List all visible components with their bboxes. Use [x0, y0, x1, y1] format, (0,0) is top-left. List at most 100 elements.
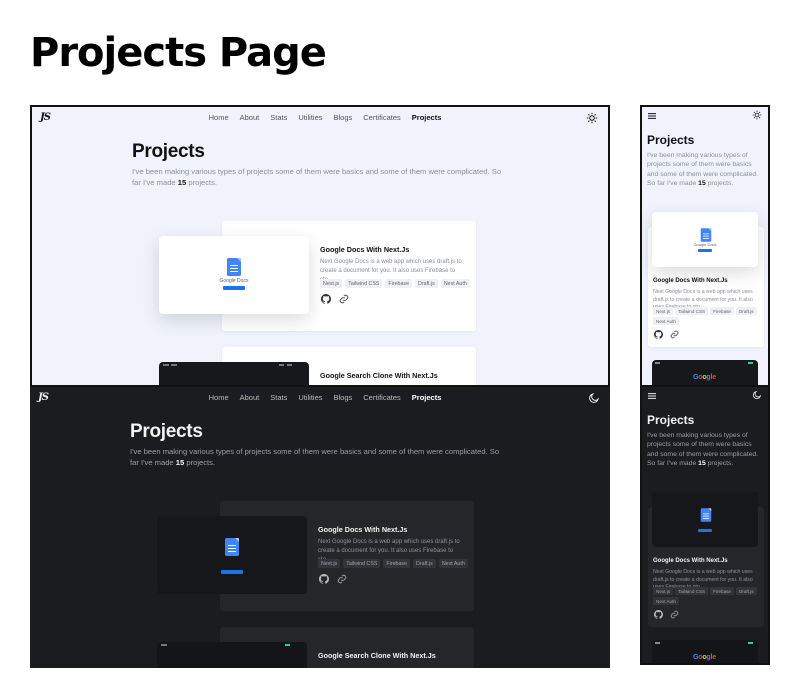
tag-list: Next.js Tailwind CSS Firebase Draft.js N… [318, 559, 468, 568]
hero-description: I've been making various types of projec… [132, 167, 502, 187]
navbar: JS Home About Stats Utilities Blogs Cert… [32, 107, 608, 129]
project-links [321, 294, 349, 304]
nav-about[interactable]: About [240, 393, 260, 402]
desktop-dark-preview: JS Home About Stats Utilities Blogs Cert… [30, 387, 610, 668]
tag: Next.js [653, 307, 674, 315]
sun-icon[interactable] [752, 110, 762, 120]
tag-list: Next.js Tailwind CSS Firebase Draft.js N… [320, 279, 470, 288]
nav-about[interactable]: About [240, 113, 260, 122]
project-count: 15 [698, 180, 706, 188]
google-docs-icon [700, 508, 712, 522]
hero-title: Projects [647, 413, 695, 427]
tag: Firebase [385, 279, 413, 288]
project-thumbnail[interactable]: Google Docs [652, 212, 758, 267]
link-icon[interactable] [670, 610, 679, 619]
tag: Next Auth [440, 279, 470, 288]
hero-description: I've been making various types of projec… [647, 432, 759, 468]
sun-icon[interactable] [586, 112, 598, 124]
thumb-button [221, 570, 243, 574]
moon-icon[interactable] [752, 390, 762, 400]
project-thumbnail[interactable] [652, 492, 758, 547]
tag: Draft.js [735, 307, 757, 315]
tag: Tailwind CSS [343, 559, 381, 568]
hero-title: Projects [130, 421, 203, 442]
nav-projects[interactable]: Projects [412, 113, 442, 122]
google-logo: Google [693, 374, 716, 381]
moon-icon[interactable] [588, 392, 600, 404]
nav-blogs[interactable]: Blogs [334, 393, 353, 402]
thumb-label: Google Docs [693, 242, 717, 247]
github-icon[interactable] [319, 574, 329, 584]
tag: Firebase [383, 559, 411, 568]
nav-utilities[interactable]: Utilities [298, 113, 322, 122]
google-logo: Google [693, 654, 716, 661]
tag: Next Auth [653, 317, 679, 325]
nav-links: Home About Stats Utilities Blogs Certifi… [32, 113, 608, 122]
link-icon[interactable] [670, 330, 679, 339]
project-links [319, 574, 347, 584]
tag: Draft.js [735, 587, 757, 595]
nav-links: Home About Stats Utilities Blogs Certifi… [30, 393, 610, 402]
tag: Draft.js [415, 279, 438, 288]
github-icon[interactable] [321, 294, 331, 304]
tag: Next.js [320, 279, 343, 288]
project-thumbnail[interactable]: Google [652, 640, 758, 663]
project-title[interactable]: Google Docs With Next.Js [653, 558, 728, 564]
google-docs-icon [227, 258, 241, 276]
desktop-light-preview: JS Home About Stats Utilities Blogs Cert… [30, 105, 610, 387]
project-links [654, 610, 679, 619]
page-heading: Projects Page [30, 30, 327, 76]
project-links [654, 330, 679, 339]
project-title[interactable]: Google Docs With Next.Js [318, 525, 407, 534]
tag-list: Next.js Tailwind CSS Firebase Draft.js N… [653, 307, 763, 325]
project-title[interactable]: Google Docs With Next.Js [653, 278, 728, 284]
nav-stats[interactable]: Stats [270, 393, 287, 402]
tag: Next.js [653, 587, 674, 595]
mobile-light-preview: Projects I've been making various types … [640, 105, 770, 387]
project-count: 15 [175, 458, 185, 467]
github-icon[interactable] [654, 330, 663, 339]
project-thumbnail[interactable] [159, 362, 309, 385]
link-icon[interactable] [339, 294, 349, 304]
project-title[interactable]: Google Docs With Next.Js [320, 245, 409, 254]
github-icon[interactable] [654, 610, 663, 619]
nav-home[interactable]: Home [209, 113, 229, 122]
google-docs-icon [700, 228, 712, 242]
tag: Tailwind CSS [345, 279, 383, 288]
tag: Next Auth [653, 597, 679, 605]
nav-home[interactable]: Home [209, 393, 229, 402]
hero-description: I've been making various types of projec… [647, 152, 759, 188]
nav-stats[interactable]: Stats [270, 113, 287, 122]
tag: Firebase [710, 587, 734, 595]
project-thumbnail[interactable]: Google Docs [159, 236, 309, 314]
project-count: 15 [177, 178, 187, 187]
link-icon[interactable] [337, 574, 347, 584]
tag: Tailwind CSS [675, 307, 709, 315]
tag-list: Next.js Tailwind CSS Firebase Draft.js N… [653, 587, 763, 605]
hero-title: Projects [132, 141, 205, 162]
project-count: 15 [698, 460, 706, 468]
thumb-button [698, 529, 712, 532]
nav-utilities[interactable]: Utilities [298, 393, 322, 402]
project-title[interactable]: Google Search Clone With Next.Js [318, 651, 436, 660]
nav-blogs[interactable]: Blogs [334, 113, 353, 122]
thumb-button [698, 249, 712, 252]
nav-certificates[interactable]: Certificates [363, 113, 401, 122]
menu-icon[interactable] [648, 112, 656, 120]
google-docs-icon [225, 538, 239, 556]
nav-certificates[interactable]: Certificates [363, 393, 401, 402]
tag: Firebase [710, 307, 734, 315]
menu-icon[interactable] [648, 392, 656, 400]
mobile-dark-preview: Projects I've been making various types … [640, 385, 770, 665]
tag: Tailwind CSS [675, 587, 709, 595]
nav-projects[interactable]: Projects [412, 393, 442, 402]
navbar: JS Home About Stats Utilities Blogs Cert… [30, 387, 610, 409]
project-thumbnail[interactable] [157, 642, 307, 668]
hero-description: I've been making various types of projec… [130, 447, 500, 467]
project-title[interactable]: Google Search Clone With Next.Js [320, 371, 438, 380]
project-thumbnail[interactable]: Google [652, 360, 758, 385]
tag: Draft.js [413, 559, 436, 568]
tag: Next Auth [438, 559, 468, 568]
thumb-label: Google Docs [219, 278, 249, 284]
project-thumbnail[interactable] [157, 516, 307, 594]
